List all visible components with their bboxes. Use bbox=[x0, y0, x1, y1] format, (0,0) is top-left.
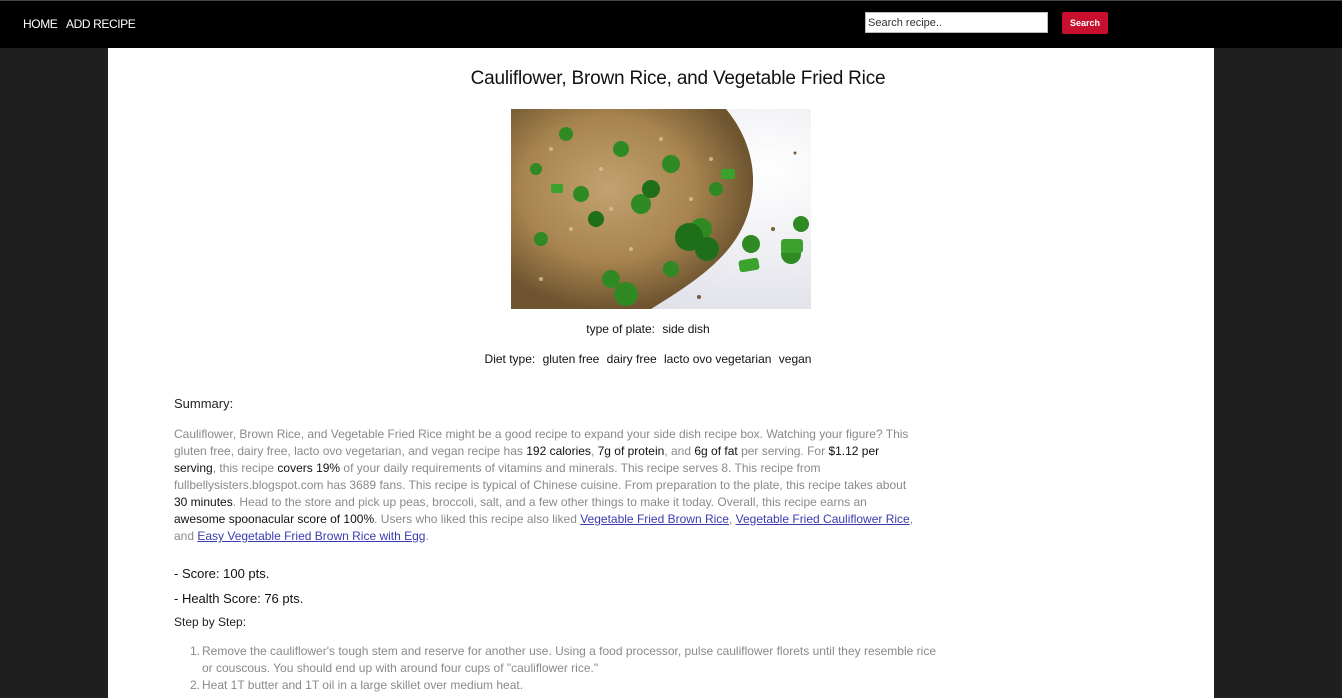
fried-rice-photo bbox=[511, 109, 811, 309]
summary-text: Cauliflower, Brown Rice, and Vegetable F… bbox=[174, 427, 914, 543]
steps-list: 1. Remove the cauliflower's tough stem an… bbox=[190, 643, 944, 694]
step-item: 2. Heat 1T butter and 1T oil in a large s… bbox=[190, 678, 524, 692]
diet-tag: lacto ovo vegetarian bbox=[664, 352, 772, 366]
diet-tag: gluten free bbox=[542, 352, 600, 366]
diet-type: Diet type: gluten free dairy free lacto … bbox=[108, 352, 1188, 366]
search-input[interactable] bbox=[865, 12, 1048, 33]
health-score: - Health Score: 76 pts. bbox=[174, 591, 304, 606]
recipe-content: Cauliflower, Brown Rice, and Vegetable F… bbox=[108, 48, 1214, 698]
recipe-title: Cauliflower, Brown Rice, and Vegetable F… bbox=[470, 68, 886, 89]
nav-add-recipe-link[interactable]: ADD RECIPE bbox=[66, 17, 136, 31]
search-button[interactable]: Search bbox=[1062, 12, 1108, 34]
top-navbar: HOME ADD RECIPE Search bbox=[0, 0, 1342, 48]
nav-home-link[interactable]: HOME bbox=[23, 17, 58, 31]
related-recipe-link[interactable]: Easy Vegetable Fried Brown Rice with Egg bbox=[197, 529, 425, 543]
plate-type-label: type of plate: bbox=[586, 322, 655, 336]
steps-heading: Step by Step: bbox=[174, 615, 247, 629]
summary-heading: Summary: bbox=[174, 396, 234, 411]
diet-type-label: Diet type: bbox=[484, 352, 536, 366]
diet-tag: dairy free bbox=[606, 352, 657, 366]
score: - Score: 100 pts. bbox=[174, 566, 270, 581]
plate-type: type of plate: side dish bbox=[108, 322, 1188, 336]
related-recipe-link[interactable]: Vegetable Fried Brown Rice bbox=[580, 512, 729, 526]
diet-tag: vegan bbox=[778, 352, 812, 366]
plate-type-value: side dish bbox=[662, 322, 710, 336]
recipe-image bbox=[511, 109, 811, 309]
related-recipe-link[interactable]: Vegetable Fried Cauliflower Rice bbox=[736, 512, 910, 526]
step-item: 1. Remove the cauliflower's tough stem an… bbox=[190, 644, 936, 675]
